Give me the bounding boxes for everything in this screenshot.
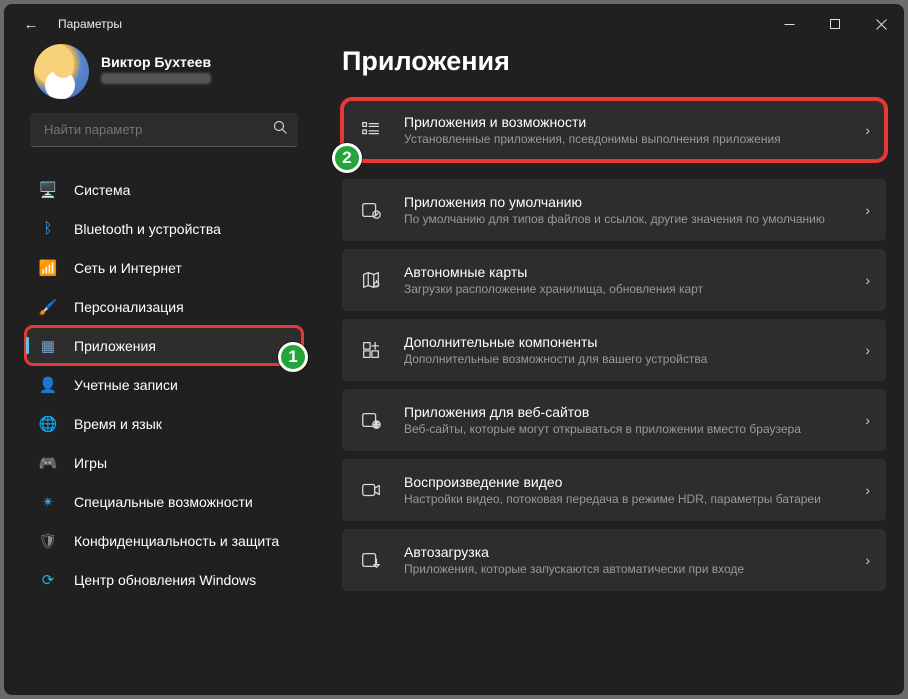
card-title: Приложения для веб-сайтов (404, 404, 855, 420)
card-subtitle: Веб-сайты, которые могут открываться в п… (404, 422, 855, 437)
profile-email-redacted (101, 73, 211, 84)
chevron-right-icon: › (865, 202, 870, 218)
nav-icon: 🖌️ (38, 297, 58, 317)
window-title: Параметры (58, 17, 122, 31)
features-icon (358, 337, 384, 363)
startup-icon (358, 547, 384, 573)
main-content: Приложения Приложения и возможности Устан… (314, 44, 904, 683)
sidebar-item-2[interactable]: 📶 Сеть и Интернет (26, 249, 302, 286)
defaults-icon (358, 197, 384, 223)
back-button[interactable]: ← (16, 9, 46, 39)
settings-card-2[interactable]: Автономные карты Загрузки расположение хр… (342, 249, 886, 311)
nav-icon: 🎮 (38, 453, 58, 473)
card-title: Автозагрузка (404, 544, 855, 560)
card-subtitle: Установленные приложения, псевдонимы вып… (404, 132, 855, 147)
sidebar-item-10[interactable]: ⟳ Центр обновления Windows (26, 561, 302, 598)
card-subtitle: Приложения, которые запускаются автомати… (404, 562, 855, 577)
settings-card-4[interactable]: Приложения для веб-сайтов Веб-сайты, кото… (342, 389, 886, 451)
profile-block[interactable]: Виктор Бухтеев (34, 44, 302, 99)
search-box[interactable] (30, 113, 298, 147)
chevron-right-icon: › (865, 122, 870, 138)
sidebar: Виктор Бухтеев 🖥️ Система ᛒ Bluetooth и уст… (4, 44, 314, 683)
sidebar-item-label: Время и язык (74, 416, 162, 432)
sidebar-item-1[interactable]: ᛒ Bluetooth и устройства (26, 210, 302, 247)
page-title: Приложения (342, 46, 886, 77)
nav-icon: 🛡 (38, 531, 58, 551)
sidebar-item-label: Сеть и Интернет (74, 260, 182, 276)
card-subtitle: Дополнительные возможности для вашего ус… (404, 352, 855, 367)
sidebar-item-9[interactable]: 🛡 Конфиденциальность и защита (26, 522, 302, 559)
sidebar-item-label: Приложения (74, 338, 156, 354)
cards-list: Приложения и возможности Установленные пр… (342, 99, 886, 591)
nav-icon: ✴ (38, 492, 58, 512)
titlebar: ← Параметры (4, 4, 904, 44)
search-input[interactable] (44, 122, 273, 137)
card-subtitle: Настройки видео, потоковая передача в ре… (404, 492, 855, 507)
chevron-right-icon: › (865, 342, 870, 358)
sidebar-item-label: Конфиденциальность и защита (74, 533, 279, 549)
search-icon (273, 120, 288, 139)
nav-icon: ᛒ (38, 219, 58, 239)
chevron-right-icon: › (865, 552, 870, 568)
nav-icon: 🖥️ (38, 180, 58, 200)
settings-card-5[interactable]: Воспроизведение видео Настройки видео, по… (342, 459, 886, 521)
nav-icon: 👤 (38, 375, 58, 395)
close-button[interactable] (858, 4, 904, 44)
annotation-marker-1: 1 (278, 342, 308, 372)
maximize-button[interactable] (812, 4, 858, 44)
card-title: Автономные карты (404, 264, 855, 280)
nav-icon: 🌐 (38, 414, 58, 434)
web-icon (358, 407, 384, 433)
sidebar-item-label: Специальные возможности (74, 494, 253, 510)
nav-icon: ▦ (38, 336, 58, 356)
settings-window: ← Параметры Виктор Бухтеев (4, 4, 904, 695)
sidebar-item-label: Учетные записи (74, 377, 178, 393)
profile-name: Виктор Бухтеев (101, 54, 211, 70)
card-subtitle: По умолчанию для типов файлов и ссылок, … (404, 212, 855, 227)
sidebar-item-4[interactable]: ▦ Приложения (26, 327, 302, 364)
settings-card-1[interactable]: Приложения по умолчанию По умолчанию для … (342, 179, 886, 241)
sidebar-item-label: Персонализация (74, 299, 184, 315)
sidebar-item-3[interactable]: 🖌️ Персонализация (26, 288, 302, 325)
card-title: Воспроизведение видео (404, 474, 855, 490)
annotation-marker-2: 2 (332, 143, 362, 173)
nav-icon: ⟳ (38, 570, 58, 590)
profile-text: Виктор Бухтеев (101, 54, 211, 89)
chevron-right-icon: › (865, 482, 870, 498)
nav-icon: 📶 (38, 258, 58, 278)
avatar (34, 44, 89, 99)
nav-list: 🖥️ Система ᛒ Bluetooth и устройства 📶 Сеть и … (26, 171, 302, 598)
sidebar-item-0[interactable]: 🖥️ Система (26, 171, 302, 208)
settings-card-6[interactable]: Автозагрузка Приложения, которые запускаю… (342, 529, 886, 591)
minimize-button[interactable] (766, 4, 812, 44)
sidebar-item-8[interactable]: ✴ Специальные возможности (26, 483, 302, 520)
list-icon (358, 117, 384, 143)
chevron-right-icon: › (865, 412, 870, 428)
card-title: Приложения и возможности (404, 114, 855, 130)
chevron-right-icon: › (865, 272, 870, 288)
card-subtitle: Загрузки расположение хранилища, обновле… (404, 282, 855, 297)
card-title: Приложения по умолчанию (404, 194, 855, 210)
card-title: Дополнительные компоненты (404, 334, 855, 350)
sidebar-item-label: Игры (74, 455, 107, 471)
video-icon (358, 477, 384, 503)
sidebar-item-6[interactable]: 🌐 Время и язык (26, 405, 302, 442)
settings-card-3[interactable]: Дополнительные компоненты Дополнительные … (342, 319, 886, 381)
settings-card-0[interactable]: Приложения и возможности Установленные пр… (342, 99, 886, 161)
window-controls (766, 4, 904, 44)
sidebar-item-label: Центр обновления Windows (74, 572, 256, 588)
sidebar-item-label: Bluetooth и устройства (74, 221, 221, 237)
sidebar-item-label: Система (74, 182, 130, 198)
sidebar-item-7[interactable]: 🎮 Игры (26, 444, 302, 481)
maps-icon (358, 267, 384, 293)
window-body: Виктор Бухтеев 🖥️ Система ᛒ Bluetooth и уст… (4, 44, 904, 695)
sidebar-item-5[interactable]: 👤 Учетные записи (26, 366, 302, 403)
